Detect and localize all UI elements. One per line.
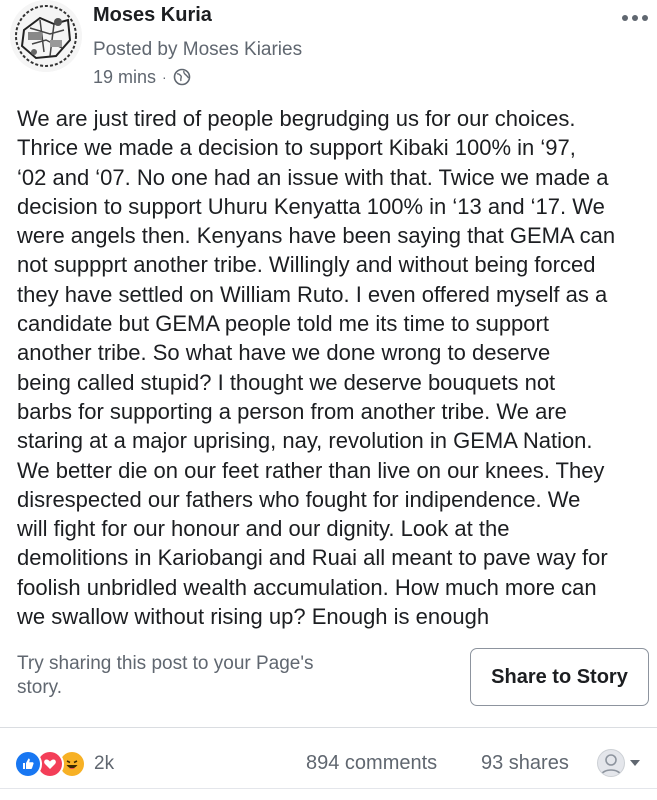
post-meta: 19 mins · [93,66,191,88]
share-prompt: Try sharing this post to your Page's sto… [17,652,437,700]
post-body-line: Thrice we made a decision to support Kib… [17,135,576,161]
post-body-line: not suppprt another tribe. Willingly and… [17,252,596,278]
post-body-line: being called stupid? I thought we deserv… [17,369,556,395]
post-body-line: ‘02 and ‘07. No one had an issue with th… [17,164,609,190]
post-body-line: decision to support Uhuru Kenyatta 100% … [17,193,605,219]
posted-by-label: Posted by Moses Kiaries [93,39,303,60]
post-body-line: We better die on our feet rather than li… [17,457,605,483]
chevron-down-icon [629,754,641,772]
author-avatar[interactable] [10,0,82,72]
share-to-story-button[interactable]: Share to Story [470,648,649,706]
share-prompt-line: Try sharing this post to your Page's [17,653,314,674]
meta-separator: · [162,69,167,85]
facebook-post: Moses Kuria Posted by Moses Kiaries 19 m… [0,0,657,800]
share-prompt-line: story. [17,677,63,698]
globe-icon[interactable] [173,68,191,86]
post-body-line: We are just tired of people begrudging u… [17,106,576,131]
divider [0,727,657,728]
post-as-selector[interactable] [597,748,641,778]
post-body-line: disrespected our fathers who fought for … [17,486,581,512]
reaction-count: 2k [94,753,115,774]
like-reaction-icon [14,750,42,778]
post-body-line: demolitions in Kariobangi and Ruai all m… [17,545,608,571]
reactions-summary[interactable]: 2k [14,748,114,780]
post-body-line: we swallow without rising up? Enough is … [17,604,490,630]
post-body-line: they have settled on William Ruto. I eve… [17,281,608,307]
post-timestamp[interactable]: 19 mins [93,67,156,88]
post-body-line: candidate but GEMA people told me its ti… [17,311,549,337]
post-body-line: were angels then. Kenyans have been sayi… [17,223,616,249]
viewer-avatar-icon [597,749,625,777]
more-options-icon[interactable] [622,10,650,26]
comments-count[interactable]: 894 comments [306,752,437,775]
post-body-line: staring at a major uprising, nay, revolu… [17,428,593,454]
reaction-icons [14,750,86,778]
post-body-line: barbs for supporting a person from anoth… [17,398,567,424]
post-body: We are just tired of people begrudging u… [17,104,652,631]
post-body-line: will fight for our honour and our dignit… [17,516,510,542]
post-body-line: foolish unbridled wealth accumulation. H… [17,574,597,600]
author-name[interactable]: Moses Kuria [93,4,212,27]
shares-count[interactable]: 93 shares [481,752,569,775]
post-body-line: another tribe. So what have we done wron… [17,340,551,366]
divider [0,788,657,789]
